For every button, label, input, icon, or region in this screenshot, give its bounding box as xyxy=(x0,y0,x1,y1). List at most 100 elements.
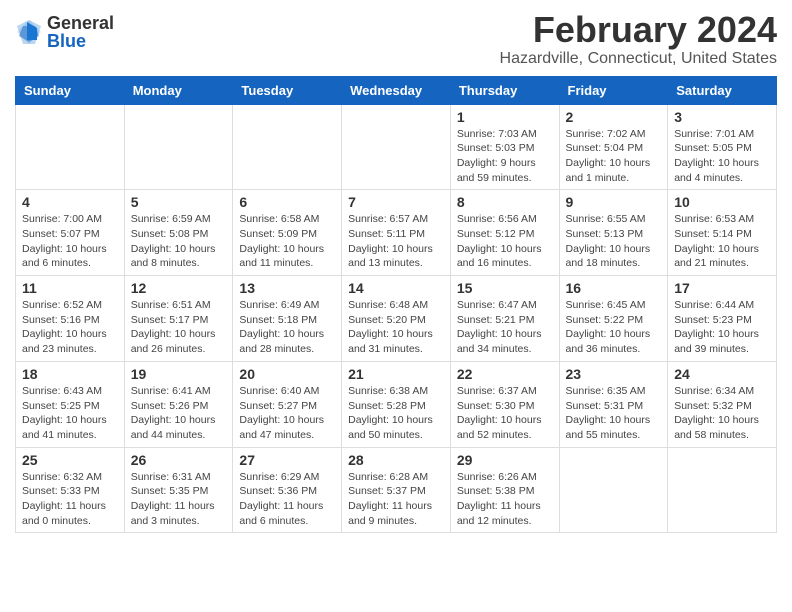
calendar: SundayMondayTuesdayWednesdayThursdayFrid… xyxy=(15,76,777,534)
calendar-cell xyxy=(124,104,233,190)
logo: General Blue xyxy=(15,14,114,50)
calendar-week-row: 1 Sunrise: 7:03 AMSunset: 5:03 PMDaylight… xyxy=(16,104,777,190)
day-info: Sunrise: 6:32 AMSunset: 5:33 PMDaylight:… xyxy=(22,470,118,529)
calendar-cell: 3 Sunrise: 7:01 AMSunset: 5:05 PMDaylight… xyxy=(668,104,777,190)
calendar-week-row: 11 Sunrise: 6:52 AMSunset: 5:16 PMDayligh… xyxy=(16,276,777,362)
day-info: Sunrise: 6:28 AMSunset: 5:37 PMDaylight:… xyxy=(348,470,444,529)
calendar-cell: 20 Sunrise: 6:40 AMSunset: 5:27 PMDayligh… xyxy=(233,361,342,447)
day-info: Sunrise: 6:35 AMSunset: 5:31 PMDaylight:… xyxy=(566,384,662,443)
day-number: 7 xyxy=(348,194,444,210)
logo-text: General Blue xyxy=(47,14,114,50)
day-number: 11 xyxy=(22,280,118,296)
weekday-header: Saturday xyxy=(668,76,777,104)
day-number: 2 xyxy=(566,109,662,125)
calendar-cell: 16 Sunrise: 6:45 AMSunset: 5:22 PMDayligh… xyxy=(559,276,668,362)
calendar-header: SundayMondayTuesdayWednesdayThursdayFrid… xyxy=(16,76,777,104)
calendar-cell: 15 Sunrise: 6:47 AMSunset: 5:21 PMDayligh… xyxy=(450,276,559,362)
calendar-cell: 18Sunrise: 6:43 AMSunset: 5:25 PMDayligh… xyxy=(16,361,125,447)
day-info: Sunrise: 6:44 AMSunset: 5:23 PMDaylight:… xyxy=(674,298,770,357)
calendar-cell: 25 Sunrise: 6:32 AMSunset: 5:33 PMDayligh… xyxy=(16,447,125,533)
day-number: 28 xyxy=(348,452,444,468)
day-info: Sunrise: 6:29 AMSunset: 5:36 PMDaylight:… xyxy=(239,470,335,529)
calendar-cell: 1 Sunrise: 7:03 AMSunset: 5:03 PMDaylight… xyxy=(450,104,559,190)
day-info: Sunrise: 6:59 AMSunset: 5:08 PMDaylight:… xyxy=(131,212,227,271)
day-info: Sunrise: 6:47 AMSunset: 5:21 PMDaylight:… xyxy=(457,298,553,357)
day-number: 17 xyxy=(674,280,770,296)
calendar-cell xyxy=(559,447,668,533)
weekday-header: Friday xyxy=(559,76,668,104)
day-number: 25 xyxy=(22,452,118,468)
calendar-cell: 4Sunrise: 7:00 AMSunset: 5:07 PMDaylight… xyxy=(16,190,125,276)
day-number: 9 xyxy=(566,194,662,210)
day-info: Sunrise: 6:37 AMSunset: 5:30 PMDaylight:… xyxy=(457,384,553,443)
location-title: Hazardville, Connecticut, United States xyxy=(500,50,777,68)
calendar-cell xyxy=(16,104,125,190)
day-info: Sunrise: 6:45 AMSunset: 5:22 PMDaylight:… xyxy=(566,298,662,357)
header: General Blue February 2024 Hazardville, … xyxy=(15,10,777,68)
calendar-cell xyxy=(233,104,342,190)
day-info: Sunrise: 6:40 AMSunset: 5:27 PMDaylight:… xyxy=(239,384,335,443)
day-info: Sunrise: 6:56 AMSunset: 5:12 PMDaylight:… xyxy=(457,212,553,271)
day-info: Sunrise: 6:57 AMSunset: 5:11 PMDaylight:… xyxy=(348,212,444,271)
title-section: February 2024 Hazardville, Connecticut, … xyxy=(500,10,777,68)
calendar-cell: 26Sunrise: 6:31 AMSunset: 5:35 PMDayligh… xyxy=(124,447,233,533)
calendar-cell: 7 Sunrise: 6:57 AMSunset: 5:11 PMDaylight… xyxy=(342,190,451,276)
weekday-header: Tuesday xyxy=(233,76,342,104)
calendar-cell: 8Sunrise: 6:56 AMSunset: 5:12 PMDaylight… xyxy=(450,190,559,276)
day-number: 10 xyxy=(674,194,770,210)
weekday-header: Monday xyxy=(124,76,233,104)
calendar-cell: 23 Sunrise: 6:35 AMSunset: 5:31 PMDayligh… xyxy=(559,361,668,447)
day-number: 3 xyxy=(674,109,770,125)
day-info: Sunrise: 7:03 AMSunset: 5:03 PMDaylight:… xyxy=(457,127,553,186)
day-number: 21 xyxy=(348,366,444,382)
month-title: February 2024 xyxy=(500,10,777,50)
day-info: Sunrise: 6:26 AMSunset: 5:38 PMDaylight:… xyxy=(457,470,553,529)
day-number: 14 xyxy=(348,280,444,296)
weekday-header: Wednesday xyxy=(342,76,451,104)
day-number: 5 xyxy=(131,194,227,210)
day-info: Sunrise: 6:38 AMSunset: 5:28 PMDaylight:… xyxy=(348,384,444,443)
calendar-week-row: 4Sunrise: 7:00 AMSunset: 5:07 PMDaylight… xyxy=(16,190,777,276)
day-info: Sunrise: 6:52 AMSunset: 5:16 PMDaylight:… xyxy=(22,298,118,357)
calendar-cell: 13 Sunrise: 6:49 AMSunset: 5:18 PMDayligh… xyxy=(233,276,342,362)
calendar-cell: 29 Sunrise: 6:26 AMSunset: 5:38 PMDayligh… xyxy=(450,447,559,533)
calendar-cell: 2Sunrise: 7:02 AMSunset: 5:04 PMDaylight… xyxy=(559,104,668,190)
calendar-cell xyxy=(668,447,777,533)
day-info: Sunrise: 6:41 AMSunset: 5:26 PMDaylight:… xyxy=(131,384,227,443)
calendar-cell: 22 Sunrise: 6:37 AMSunset: 5:30 PMDayligh… xyxy=(450,361,559,447)
weekday-header: Sunday xyxy=(16,76,125,104)
calendar-cell xyxy=(342,104,451,190)
day-info: Sunrise: 7:01 AMSunset: 5:05 PMDaylight:… xyxy=(674,127,770,186)
day-number: 23 xyxy=(566,366,662,382)
day-info: Sunrise: 6:53 AMSunset: 5:14 PMDaylight:… xyxy=(674,212,770,271)
calendar-week-row: 18Sunrise: 6:43 AMSunset: 5:25 PMDayligh… xyxy=(16,361,777,447)
day-number: 13 xyxy=(239,280,335,296)
day-number: 1 xyxy=(457,109,553,125)
day-info: Sunrise: 6:58 AMSunset: 5:09 PMDaylight:… xyxy=(239,212,335,271)
calendar-cell: 24 Sunrise: 6:34 AMSunset: 5:32 PMDayligh… xyxy=(668,361,777,447)
calendar-cell: 21 Sunrise: 6:38 AMSunset: 5:28 PMDayligh… xyxy=(342,361,451,447)
day-number: 19 xyxy=(131,366,227,382)
day-info: Sunrise: 6:49 AMSunset: 5:18 PMDaylight:… xyxy=(239,298,335,357)
logo-blue: Blue xyxy=(47,32,114,50)
day-info: Sunrise: 6:51 AMSunset: 5:17 PMDaylight:… xyxy=(131,298,227,357)
day-number: 6 xyxy=(239,194,335,210)
day-number: 20 xyxy=(239,366,335,382)
calendar-cell: 5 Sunrise: 6:59 AMSunset: 5:08 PMDaylight… xyxy=(124,190,233,276)
calendar-cell: 12 Sunrise: 6:51 AMSunset: 5:17 PMDayligh… xyxy=(124,276,233,362)
day-info: Sunrise: 6:55 AMSunset: 5:13 PMDaylight:… xyxy=(566,212,662,271)
calendar-cell: 11 Sunrise: 6:52 AMSunset: 5:16 PMDayligh… xyxy=(16,276,125,362)
day-info: Sunrise: 7:00 AMSunset: 5:07 PMDaylight:… xyxy=(22,212,118,271)
day-number: 29 xyxy=(457,452,553,468)
day-number: 22 xyxy=(457,366,553,382)
day-info: Sunrise: 6:31 AMSunset: 5:35 PMDaylight:… xyxy=(131,470,227,529)
day-number: 27 xyxy=(239,452,335,468)
day-info: Sunrise: 6:34 AMSunset: 5:32 PMDaylight:… xyxy=(674,384,770,443)
day-number: 16 xyxy=(566,280,662,296)
day-number: 18 xyxy=(22,366,118,382)
day-number: 15 xyxy=(457,280,553,296)
calendar-cell: 28 Sunrise: 6:28 AMSunset: 5:37 PMDayligh… xyxy=(342,447,451,533)
day-number: 12 xyxy=(131,280,227,296)
day-number: 24 xyxy=(674,366,770,382)
logo-general: General xyxy=(47,14,114,32)
